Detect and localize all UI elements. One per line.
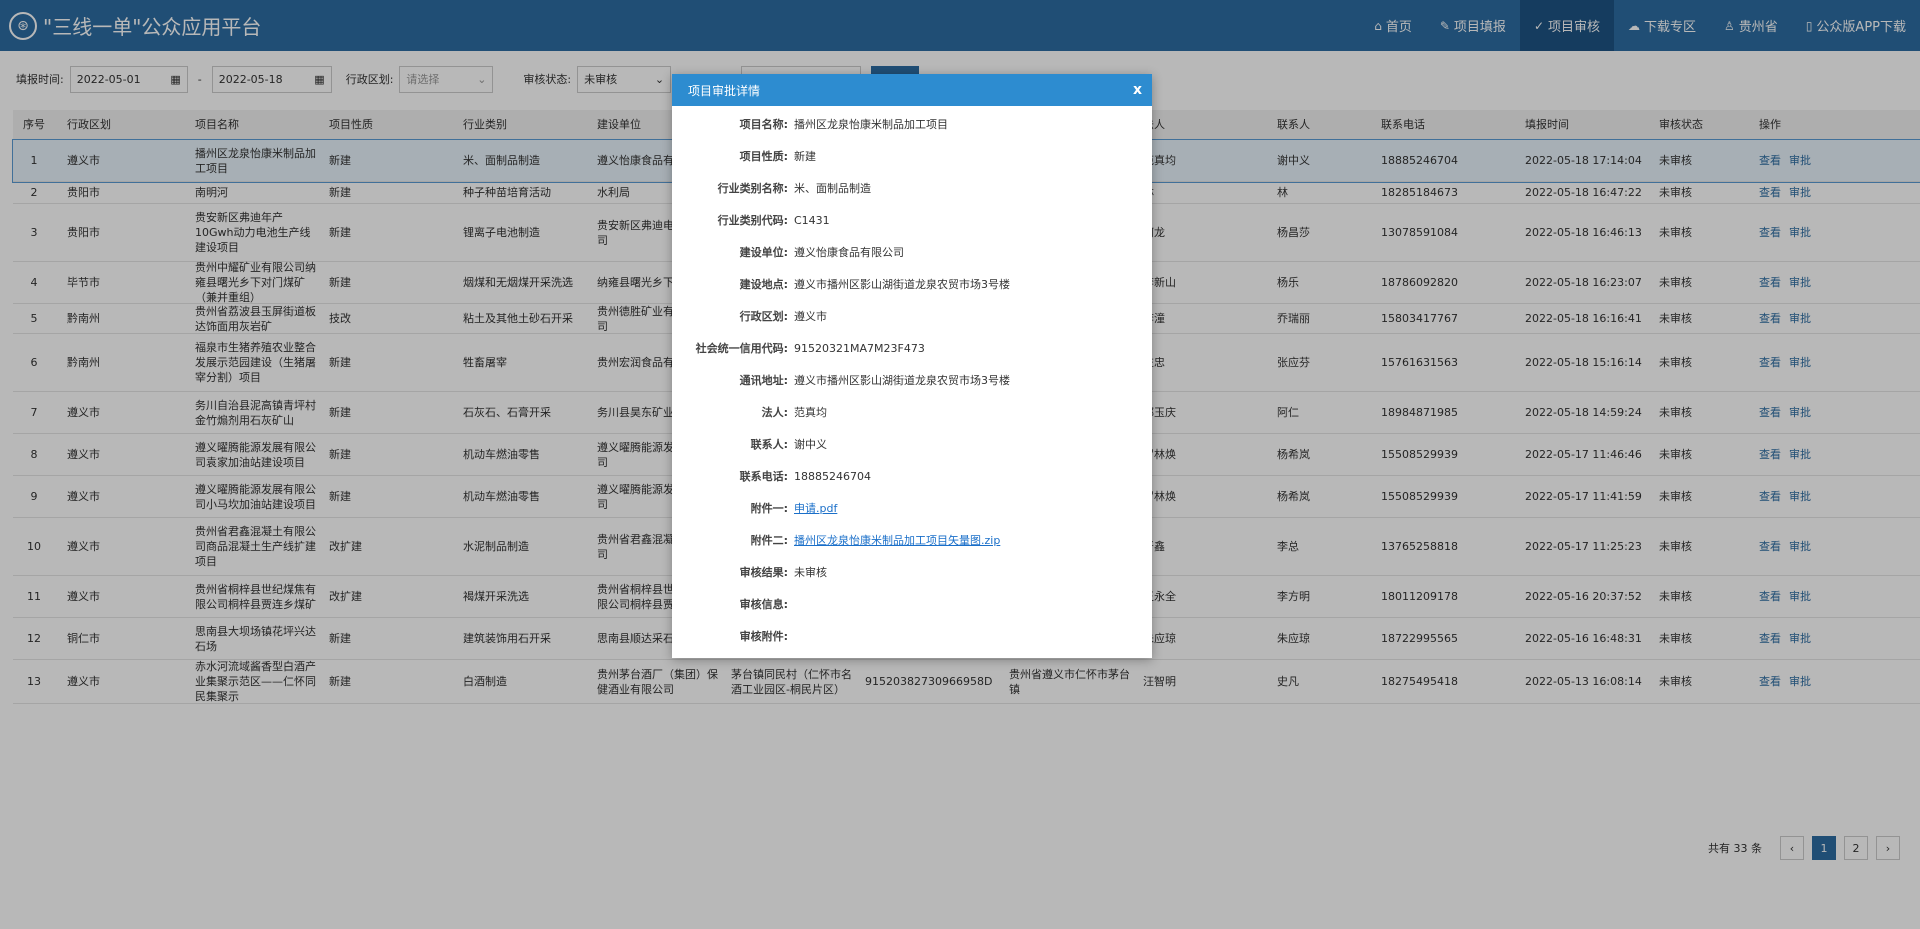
detail-row: 通讯地址: 遵义市播州区影山湖街道龙泉农贸市场3号楼 [672, 364, 1152, 396]
detail-value: C1431 [794, 213, 830, 227]
detail-value: 米、面制品制造 [794, 182, 871, 195]
detail-row: 法人: 范真均 [672, 396, 1152, 428]
detail-row: 附件一: 申请.pdf [672, 492, 1152, 524]
detail-row: 建设地点: 遵义市播州区影山湖街道龙泉农贸市场3号楼 [672, 268, 1152, 300]
detail-label: 审核附件: [739, 630, 788, 643]
detail-label: 建设地点: [739, 278, 788, 291]
detail-label: 审核信息: [739, 598, 788, 611]
detail-value: 遵义市播州区影山湖街道龙泉农贸市场3号楼 [794, 278, 1010, 291]
modal-body: 项目名称: 播州区龙泉怡康米制品加工项目项目性质: 新建行业类别名称: 米、面制品制造… [672, 106, 1152, 652]
close-icon[interactable]: x [1133, 82, 1142, 98]
detail-value: 未审核 [794, 566, 827, 579]
detail-value: 91520321MA7M23F473 [794, 341, 925, 355]
approval-detail-modal: 项目审批详情 x 项目名称: 播州区龙泉怡康米制品加工项目项目性质: 新建行业类别名… [672, 74, 1152, 658]
detail-value: 新建 [794, 150, 816, 163]
detail-value: 遵义市 [794, 310, 827, 323]
detail-label: 审核结果: [739, 566, 788, 579]
detail-value: 遵义市播州区影山湖街道龙泉农贸市场3号楼 [794, 374, 1010, 387]
detail-value: 播州区龙泉怡康米制品加工项目矢量图.zip [794, 532, 1000, 548]
detail-row: 行政区划: 遵义市 [672, 300, 1152, 332]
detail-label: 通讯地址: [739, 374, 788, 387]
detail-row: 审核附件: [672, 620, 1152, 652]
detail-label: 行业类别代码: [717, 214, 788, 227]
detail-label: 行业类别名称: [717, 182, 788, 195]
detail-label: 行政区划: [739, 310, 788, 323]
modal-header: 项目审批详情 x [672, 74, 1152, 106]
detail-label: 附件一: [750, 502, 788, 515]
detail-row: 审核信息: [672, 588, 1152, 620]
detail-row: 建设单位: 遵义怡康食品有限公司 [672, 236, 1152, 268]
detail-row: 社会统一信用代码: 91520321MA7M23F473 [672, 332, 1152, 364]
detail-row: 行业类别名称: 米、面制品制造 [672, 172, 1152, 204]
detail-value: 18885246704 [794, 469, 871, 483]
detail-row: 审核结果: 未审核 [672, 556, 1152, 588]
detail-row: 附件二: 播州区龙泉怡康米制品加工项目矢量图.zip [672, 524, 1152, 556]
detail-row: 项目性质: 新建 [672, 140, 1152, 172]
modal-title: 项目审批详情 [688, 83, 761, 98]
detail-value: 播州区龙泉怡康米制品加工项目 [794, 118, 948, 131]
detail-label: 项目名称: [739, 118, 788, 131]
detail-label: 社会统一信用代码: [695, 342, 788, 355]
detail-row: 项目名称: 播州区龙泉怡康米制品加工项目 [672, 108, 1152, 140]
detail-row: 行业类别代码: C1431 [672, 204, 1152, 236]
detail-label: 附件二: [750, 534, 788, 547]
detail-label: 联系电话: [739, 470, 788, 483]
detail-value: 范真均 [794, 406, 827, 419]
detail-value: 申请.pdf [794, 500, 837, 516]
detail-label: 法人: [761, 406, 788, 419]
detail-value: 谢中义 [794, 438, 827, 451]
detail-row: 联系人: 谢中义 [672, 428, 1152, 460]
attachment-link[interactable]: 申请.pdf [794, 502, 837, 515]
detail-label: 建设单位: [739, 246, 788, 259]
detail-label: 项目性质: [739, 150, 788, 163]
attachment-link[interactable]: 播州区龙泉怡康米制品加工项目矢量图.zip [794, 534, 1000, 547]
detail-value: 遵义怡康食品有限公司 [794, 246, 904, 259]
detail-label: 联系人: [750, 438, 788, 451]
detail-row: 联系电话: 18885246704 [672, 460, 1152, 492]
